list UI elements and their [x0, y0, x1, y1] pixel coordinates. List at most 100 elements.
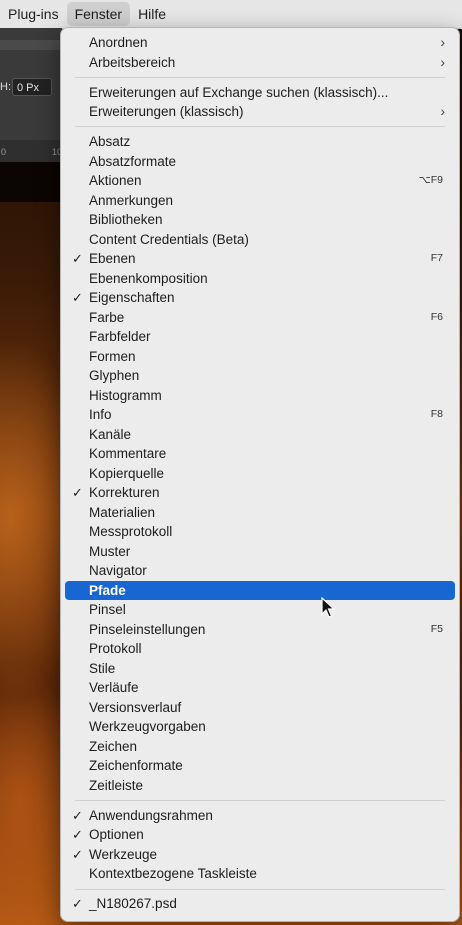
keyboard-shortcut: F8	[430, 408, 443, 421]
menu-item-absatzformate[interactable]: Absatzformate	[65, 152, 455, 172]
checkmark-icon: ✓	[72, 807, 83, 823]
menubar-item-fenster[interactable]: Fenster	[66, 2, 131, 26]
menu-separator	[75, 76, 445, 78]
menu-item-versionsverlauf[interactable]: Versionsverlauf	[65, 698, 455, 718]
menu-bar: Plug-ins Fenster Hilfe	[0, 0, 462, 29]
menu-item-label: Navigator	[89, 563, 147, 579]
menu-item-ebenen[interactable]: ✓ Ebenen F7	[65, 249, 455, 269]
checkmark-icon: ✓	[72, 251, 83, 267]
chevron-right-icon: ›	[440, 34, 445, 50]
menu-item-label: Content Credentials (Beta)	[89, 231, 249, 247]
menu-item-label: Protokoll	[89, 641, 142, 657]
menu-item-pfade[interactable]: Pfade	[65, 580, 455, 601]
checkmark-icon: ✓	[72, 846, 83, 862]
menu-item-label: Verläufe	[89, 680, 139, 696]
menu-item-n180267-psd[interactable]: ✓ _N180267.psd	[65, 894, 455, 914]
menu-item-label: Glyphen	[89, 368, 140, 384]
checkmark-icon: ✓	[72, 827, 83, 843]
menu-item-glyphen[interactable]: Glyphen	[65, 366, 455, 386]
menu-item-label: Absatzformate	[89, 153, 177, 169]
menu-item-werkzeuge[interactable]: ✓ Werkzeuge	[65, 845, 455, 865]
menu-item-histogramm[interactable]: Histogramm	[65, 386, 455, 406]
menu-item-label: Ebenenkomposition	[89, 270, 208, 286]
menu-item-erweiterungen-klassisch[interactable]: Erweiterungen (klassisch) ›	[65, 102, 455, 122]
menu-item-label: Info	[89, 407, 112, 423]
menubar-item-hilfe[interactable]: Hilfe	[130, 2, 174, 26]
keyboard-shortcut: F5	[430, 622, 443, 635]
menu-item-optionen[interactable]: ✓ Optionen	[65, 825, 455, 845]
menu-item-label: Histogramm	[89, 387, 162, 403]
menu-item-label: Zeitleiste	[89, 777, 144, 793]
menu-item-label: Arbeitsbereich	[89, 54, 176, 70]
menu-item-zeitleiste[interactable]: Zeitleiste	[65, 776, 455, 796]
menu-item-korrekturen[interactable]: ✓ Korrekturen	[65, 483, 455, 503]
menu-item-label: Kommentare	[89, 446, 167, 462]
menu-item-anwendungsrahmen[interactable]: ✓ Anwendungsrahmen	[65, 806, 455, 826]
menu-item-zeichenformate[interactable]: Zeichenformate	[65, 756, 455, 776]
menu-item-aktionen[interactable]: Aktionen ⌥F9	[65, 171, 455, 191]
menu-item-kontextbezogene-taskleiste[interactable]: Kontextbezogene Taskleiste	[65, 864, 455, 884]
menu-item-erweiterungen-auf-exchange-suchen-klassisch[interactable]: Erweiterungen auf Exchange suchen (klass…	[65, 83, 455, 103]
keyboard-shortcut: F6	[430, 310, 443, 323]
menu-item-anmerkungen[interactable]: Anmerkungen	[65, 191, 455, 211]
menu-item-absatz[interactable]: Absatz	[65, 132, 455, 152]
menu-item-label: Stile	[89, 660, 116, 676]
menu-item-ebenenkomposition[interactable]: Ebenenkomposition	[65, 269, 455, 289]
menu-item-anordnen[interactable]: Anordnen ›	[65, 33, 455, 53]
menu-item-label: Farbfelder	[89, 329, 151, 345]
menu-item-label: Erweiterungen auf Exchange suchen (klass…	[89, 84, 389, 100]
menu-item-protokoll[interactable]: Protokoll	[65, 639, 455, 659]
menu-item-pinsel[interactable]: Pinsel	[65, 600, 455, 620]
canvas-area	[0, 162, 62, 202]
menu-item-arbeitsbereich[interactable]: Arbeitsbereich ›	[65, 53, 455, 73]
menu-item-werkzeugvorgaben[interactable]: Werkzeugvorgaben	[65, 717, 455, 737]
menu-item-label: Werkzeuge	[89, 846, 158, 862]
menubar-item-plug-ins[interactable]: Plug-ins	[0, 2, 67, 26]
keyboard-shortcut: F7	[430, 252, 443, 265]
keyboard-shortcut: ⌥F9	[418, 174, 443, 187]
menu-item-label: Pinsel	[89, 602, 126, 618]
menu-item-messprotokoll[interactable]: Messprotokoll	[65, 522, 455, 542]
menu-item-label: Erweiterungen (klassisch)	[89, 104, 244, 120]
menu-item-label: Korrekturen	[89, 485, 160, 501]
fenster-dropdown-menu: Anordnen › Arbeitsbereich › Erweiterungen au…	[60, 27, 460, 922]
menu-item-label: Messprotokoll	[89, 524, 173, 540]
menu-item-pinseleinstellungen[interactable]: Pinseleinstellungen F5	[65, 620, 455, 640]
menu-separator	[75, 888, 445, 890]
chevron-right-icon: ›	[440, 103, 445, 120]
menu-item-label: Pfade	[89, 582, 126, 598]
ruler: 0 10	[0, 140, 62, 163]
menu-item-farbfelder[interactable]: Farbfelder	[65, 327, 455, 347]
menu-item-kommentare[interactable]: Kommentare	[65, 444, 455, 464]
menu-separator	[75, 126, 445, 128]
menu-item-zeichen[interactable]: Zeichen	[65, 737, 455, 757]
menu-item-stile[interactable]: Stile	[65, 659, 455, 679]
menu-item-label: Zeichen	[89, 738, 138, 754]
menu-item-bibliotheken[interactable]: Bibliotheken	[65, 210, 455, 230]
menu-item-label: Muster	[89, 543, 131, 559]
chevron-right-icon: ›	[440, 53, 445, 70]
menu-item-label: Anwendungsrahmen	[89, 807, 213, 823]
menu-item-muster[interactable]: Muster	[65, 542, 455, 562]
menu-item-label: Optionen	[89, 827, 144, 843]
checkmark-icon: ✓	[72, 290, 83, 306]
menu-item-label: Versionsverlauf	[89, 699, 182, 715]
menu-item-label: Materialien	[89, 504, 156, 520]
menu-item-verläufe[interactable]: Verläufe	[65, 678, 455, 698]
mouse-cursor-icon	[321, 597, 336, 618]
height-field[interactable]: 0 Px	[12, 78, 52, 96]
menu-item-label: Anordnen	[89, 35, 148, 50]
menu-item-kanäle[interactable]: Kanäle	[65, 425, 455, 445]
menu-item-label: Pinseleinstellungen	[89, 621, 206, 637]
menu-item-formen[interactable]: Formen	[65, 347, 455, 367]
menu-item-navigator[interactable]: Navigator	[65, 561, 455, 581]
menu-item-label: Werkzeugvorgaben	[89, 719, 206, 735]
menu-item-materialien[interactable]: Materialien	[65, 503, 455, 523]
menu-separator	[75, 799, 445, 801]
menu-item-kopierquelle[interactable]: Kopierquelle	[65, 464, 455, 484]
height-label: H:	[0, 81, 11, 93]
menu-item-info[interactable]: Info F8	[65, 405, 455, 425]
menu-item-eigenschaften[interactable]: ✓ Eigenschaften	[65, 288, 455, 308]
menu-item-farbe[interactable]: Farbe F6	[65, 308, 455, 328]
menu-item-content-credentials-beta[interactable]: Content Credentials (Beta)	[65, 230, 455, 250]
